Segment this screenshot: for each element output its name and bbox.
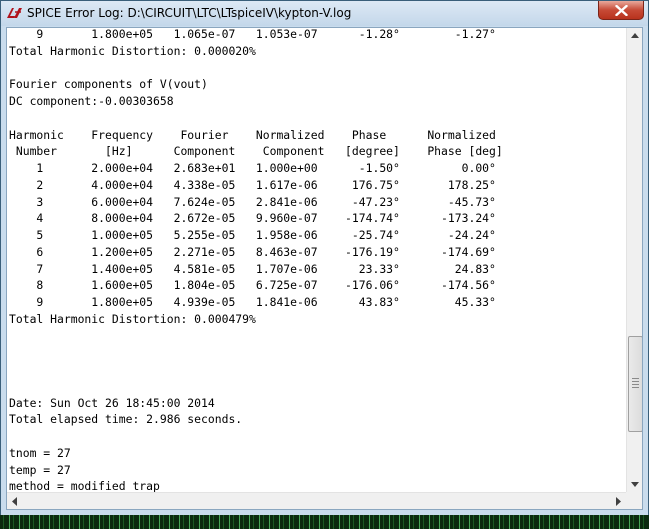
vertical-scrollbar[interactable]	[626, 28, 642, 492]
log-line: DC component:-0.00303658	[9, 94, 174, 108]
log-line: tnom = 27	[9, 445, 71, 460]
chevron-up-icon	[631, 33, 639, 38]
log-text: 9 1.800e+05 1.065e-07 1.053e-07 -1.28° -…	[9, 27, 625, 509]
log-line: temp = 27	[9, 462, 71, 477]
log-line: Total Harmonic Distortion: 0.000020%	[9, 43, 256, 58]
chevron-left-icon[interactable]	[7, 493, 23, 510]
grip-line	[632, 384, 639, 385]
horizontal-scrollbar[interactable]	[7, 492, 626, 510]
chevron-right-icon[interactable]	[610, 493, 626, 510]
log-line: 9 1.800e+05 4.939e-05 1.841e-06 43.83° 4…	[9, 295, 496, 309]
scrollbar-corner	[626, 492, 642, 509]
log-line: Harmonic Frequency Fourier Normalized Ph…	[9, 127, 496, 142]
log-viewport[interactable]: 9 1.800e+05 1.065e-07 1.053e-07 -1.28° -…	[6, 27, 643, 510]
grip-line	[632, 381, 639, 382]
close-button[interactable]	[598, 1, 644, 20]
log-line: 3 6.000e+04 7.624e-05 2.841e-06 -47.23° …	[9, 194, 496, 209]
log-window: SPICE Error Log: D:\CIRCUIT\LTC\LTspiceI…	[0, 0, 649, 516]
scroll-thumb[interactable]	[628, 336, 642, 432]
log-line: 1 2.000e+04 2.683e+01 1.000e+00 -1.50° 0…	[9, 161, 496, 175]
log-line: 7 1.400e+05 4.581e-05 1.707e-06 23.33° 2…	[9, 261, 496, 276]
log-line: 6 1.200e+05 2.271e-05 8.463e-07 -176.19°…	[9, 244, 496, 259]
log-line: Fourier components of V(vout)	[9, 77, 208, 92]
chevron-down-icon	[631, 482, 639, 487]
log-line: 5 1.000e+05 5.255e-05 1.958e-06 -25.74° …	[9, 228, 496, 242]
scroll-up-button[interactable]	[627, 28, 642, 44]
window-title: SPICE Error Log: D:\CIRCUIT\LTC\LTspiceI…	[27, 6, 352, 20]
log-line: 4 8.000e+04 2.672e-05 9.960e-07 -174.74°…	[9, 211, 496, 226]
log-line: Total Harmonic Distortion: 0.000479%	[9, 311, 256, 326]
log-line: Total elapsed time: 2.986 seconds.	[9, 412, 243, 427]
title-bar[interactable]: SPICE Error Log: D:\CIRCUIT\LTC\LTspiceI…	[1, 1, 648, 26]
close-icon	[615, 5, 628, 16]
grip-line	[632, 378, 639, 379]
log-line: Date: Sun Oct 26 18:45:00 2014	[9, 395, 215, 410]
log-line: 9 1.800e+05 1.065e-07 1.053e-07 -1.28° -…	[9, 27, 496, 41]
log-line: 8 1.600e+05 1.804e-05 6.725e-07 -176.06°…	[9, 278, 496, 293]
ltspice-logo-icon	[7, 8, 22, 18]
scroll-down-button[interactable]	[627, 476, 642, 492]
log-line: Number [Hz] Component Component [degree]…	[9, 144, 503, 159]
grip-line	[632, 387, 639, 388]
log-line: 2 4.000e+04 4.338e-05 1.617e-06 176.75° …	[9, 177, 496, 192]
background-strip	[0, 515, 649, 529]
